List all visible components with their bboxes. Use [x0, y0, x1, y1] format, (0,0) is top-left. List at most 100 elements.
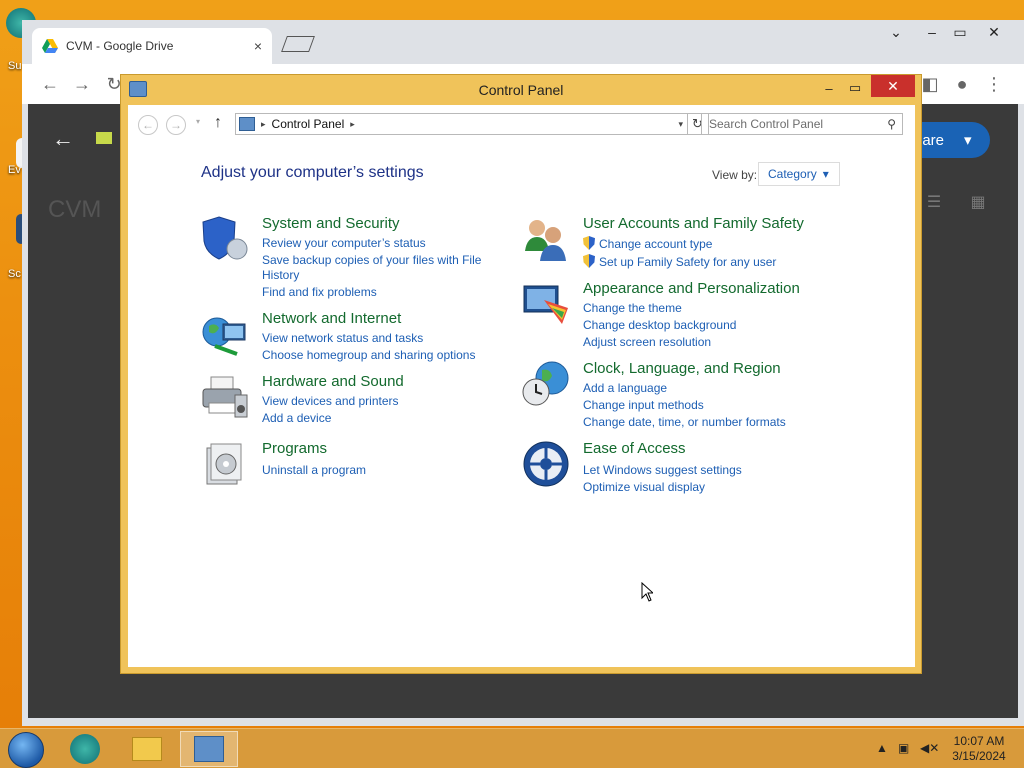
category-title[interactable]: Appearance and Personalization: [583, 280, 800, 297]
category-link[interactable]: Change input methods: [583, 398, 704, 413]
maximize-button[interactable]: ▭: [841, 77, 869, 99]
taskbar-control-panel-button[interactable]: [180, 731, 238, 767]
breadcrumb-separator-icon[interactable]: ▸: [350, 119, 355, 130]
chevron-down-icon: ▾: [822, 167, 829, 181]
category-link[interactable]: Choose homegroup and sharing options: [262, 348, 475, 363]
window-title: Control Panel: [478, 82, 564, 98]
menu-icon[interactable]: ⋮: [982, 72, 1006, 96]
category-link[interactable]: Uninstall a program: [262, 463, 366, 478]
category-title[interactable]: Clock, Language, and Region: [583, 360, 781, 377]
back-button[interactable]: ←: [38, 72, 62, 96]
desktop-icon-label: Su: [8, 60, 22, 72]
category-link[interactable]: Find and fix problems: [262, 285, 377, 300]
desktop-icon-label: Sc: [8, 268, 21, 280]
category-link[interactable]: Set up Family Safety for any user: [583, 254, 776, 270]
control-panel-icon: [239, 117, 255, 131]
app-icon: [70, 734, 100, 764]
category-title[interactable]: System and Security: [262, 215, 400, 232]
network-icon[interactable]: ▣: [898, 741, 909, 755]
control-panel-content: ← → ▾ ↑ ▸ Control Panel ▸ ▾ ↻ Search Con…: [128, 105, 915, 667]
category-link[interactable]: Change desktop background: [583, 318, 736, 333]
forward-button[interactable]: →: [70, 72, 94, 96]
taskbar-file-explorer-button[interactable]: [118, 731, 176, 767]
back-button[interactable]: ←: [138, 115, 158, 135]
category-title[interactable]: Programs: [262, 440, 327, 457]
chevron-down-icon: ▾: [964, 132, 972, 149]
view-by-dropdown[interactable]: Category ▾: [758, 162, 840, 186]
network-globe-icon: [202, 317, 246, 356]
programs-icon: [206, 443, 242, 485]
shield-icon: [202, 216, 248, 260]
clock[interactable]: 10:07 AM 3/15/2024: [946, 734, 1012, 764]
display-palette-icon: [523, 285, 568, 324]
category-link[interactable]: View network status and tasks: [262, 331, 423, 346]
tab-close-button[interactable]: ×: [254, 38, 262, 54]
tab-bar: CVM - Google Drive × ⌄ – ▭ ✕: [22, 20, 1024, 64]
recent-locations-icon[interactable]: ▾: [196, 117, 200, 126]
up-button[interactable]: ↑: [214, 114, 222, 132]
google-drive-icon: [42, 39, 58, 53]
users-icon: [525, 220, 566, 261]
page-title: CVM: [48, 196, 102, 223]
breadcrumb[interactable]: Control Panel: [272, 117, 345, 131]
category-title[interactable]: User Accounts and Family Safety: [583, 215, 804, 232]
category-link[interactable]: Optimize visual display: [583, 480, 705, 495]
address-bar[interactable]: ▸ Control Panel ▸ ▾: [235, 113, 688, 135]
chevron-down-icon[interactable]: ⌄: [878, 20, 914, 44]
back-arrow-icon[interactable]: ←: [52, 126, 74, 152]
search-input[interactable]: Search Control Panel ⚲: [701, 113, 903, 135]
category-link-label: Set up Family Safety for any user: [599, 255, 777, 269]
list-view-icon[interactable]: ☰: [920, 188, 948, 216]
view-by-label: View by:: [712, 168, 758, 182]
mouse-cursor-icon: [641, 582, 653, 602]
clock-date: 3/15/2024: [952, 749, 1006, 763]
category-link[interactable]: Adjust screen resolution: [583, 335, 711, 350]
category-link[interactable]: Change the theme: [583, 301, 682, 316]
category-title[interactable]: Network and Internet: [262, 310, 401, 327]
profile-icon[interactable]: ●: [950, 72, 974, 96]
new-tab-button[interactable]: [281, 36, 315, 52]
page-heading: Adjust your computer’s settings: [201, 164, 424, 181]
view-by-value: Category: [768, 167, 817, 181]
uac-shield-icon: [583, 236, 595, 250]
minimize-button[interactable]: –: [815, 77, 843, 99]
category-link[interactable]: Change date, time, or number formats: [583, 415, 786, 430]
taskbar: ▲ ▣ ◀✕ 10:07 AM 3/15/2024: [0, 728, 1024, 768]
title-bar: Control Panel – ▭ ✕: [121, 75, 921, 105]
start-button[interactable]: [8, 732, 44, 768]
category-link[interactable]: Save backup copies of your files with Fi…: [262, 253, 481, 268]
taskbar-app-button[interactable]: [56, 731, 114, 767]
forward-button[interactable]: →: [166, 115, 186, 135]
category-title[interactable]: Hardware and Sound: [262, 373, 404, 390]
close-button[interactable]: ✕: [976, 20, 1012, 44]
category-link[interactable]: Add a language: [583, 381, 667, 396]
close-button[interactable]: ✕: [871, 75, 915, 97]
category-link[interactable]: Let Windows suggest settings: [583, 463, 742, 478]
browser-tab[interactable]: CVM - Google Drive ×: [32, 28, 272, 64]
clock-globe-icon: [522, 361, 569, 406]
uac-shield-icon: [583, 254, 595, 268]
tab-title: CVM - Google Drive: [66, 39, 174, 53]
clock-time: 10:07 AM: [953, 734, 1005, 748]
desktop-icon-label: Ev: [8, 164, 21, 176]
category-link[interactable]: Change account type: [583, 236, 712, 252]
folder-icon: [96, 132, 112, 144]
category-link[interactable]: Review your computer’s status: [262, 236, 426, 251]
control-panel-window: Control Panel – ▭ ✕ ← → ▾ ↑ ▸ Control Pa…: [120, 74, 922, 674]
category-link[interactable]: Add a device: [262, 411, 331, 426]
chevron-down-icon[interactable]: ▾: [678, 119, 683, 130]
category-link-label: Change account type: [599, 237, 713, 251]
search-placeholder: Search Control Panel: [709, 117, 824, 131]
printer-icon: [202, 376, 248, 418]
show-hidden-icons-icon[interactable]: ▲: [876, 741, 888, 755]
search-icon: ⚲: [887, 117, 896, 131]
control-panel-icon: [194, 736, 224, 762]
category-link[interactable]: History: [262, 268, 299, 283]
ease-of-access-icon: [523, 441, 569, 487]
category-title[interactable]: Ease of Access: [583, 440, 686, 457]
grid-view-icon[interactable]: ▦: [964, 188, 992, 216]
maximize-button[interactable]: ▭: [942, 20, 978, 44]
category-link[interactable]: View devices and printers: [262, 394, 399, 409]
breadcrumb-separator-icon: ▸: [261, 118, 266, 129]
volume-muted-icon[interactable]: ◀✕: [920, 741, 939, 755]
